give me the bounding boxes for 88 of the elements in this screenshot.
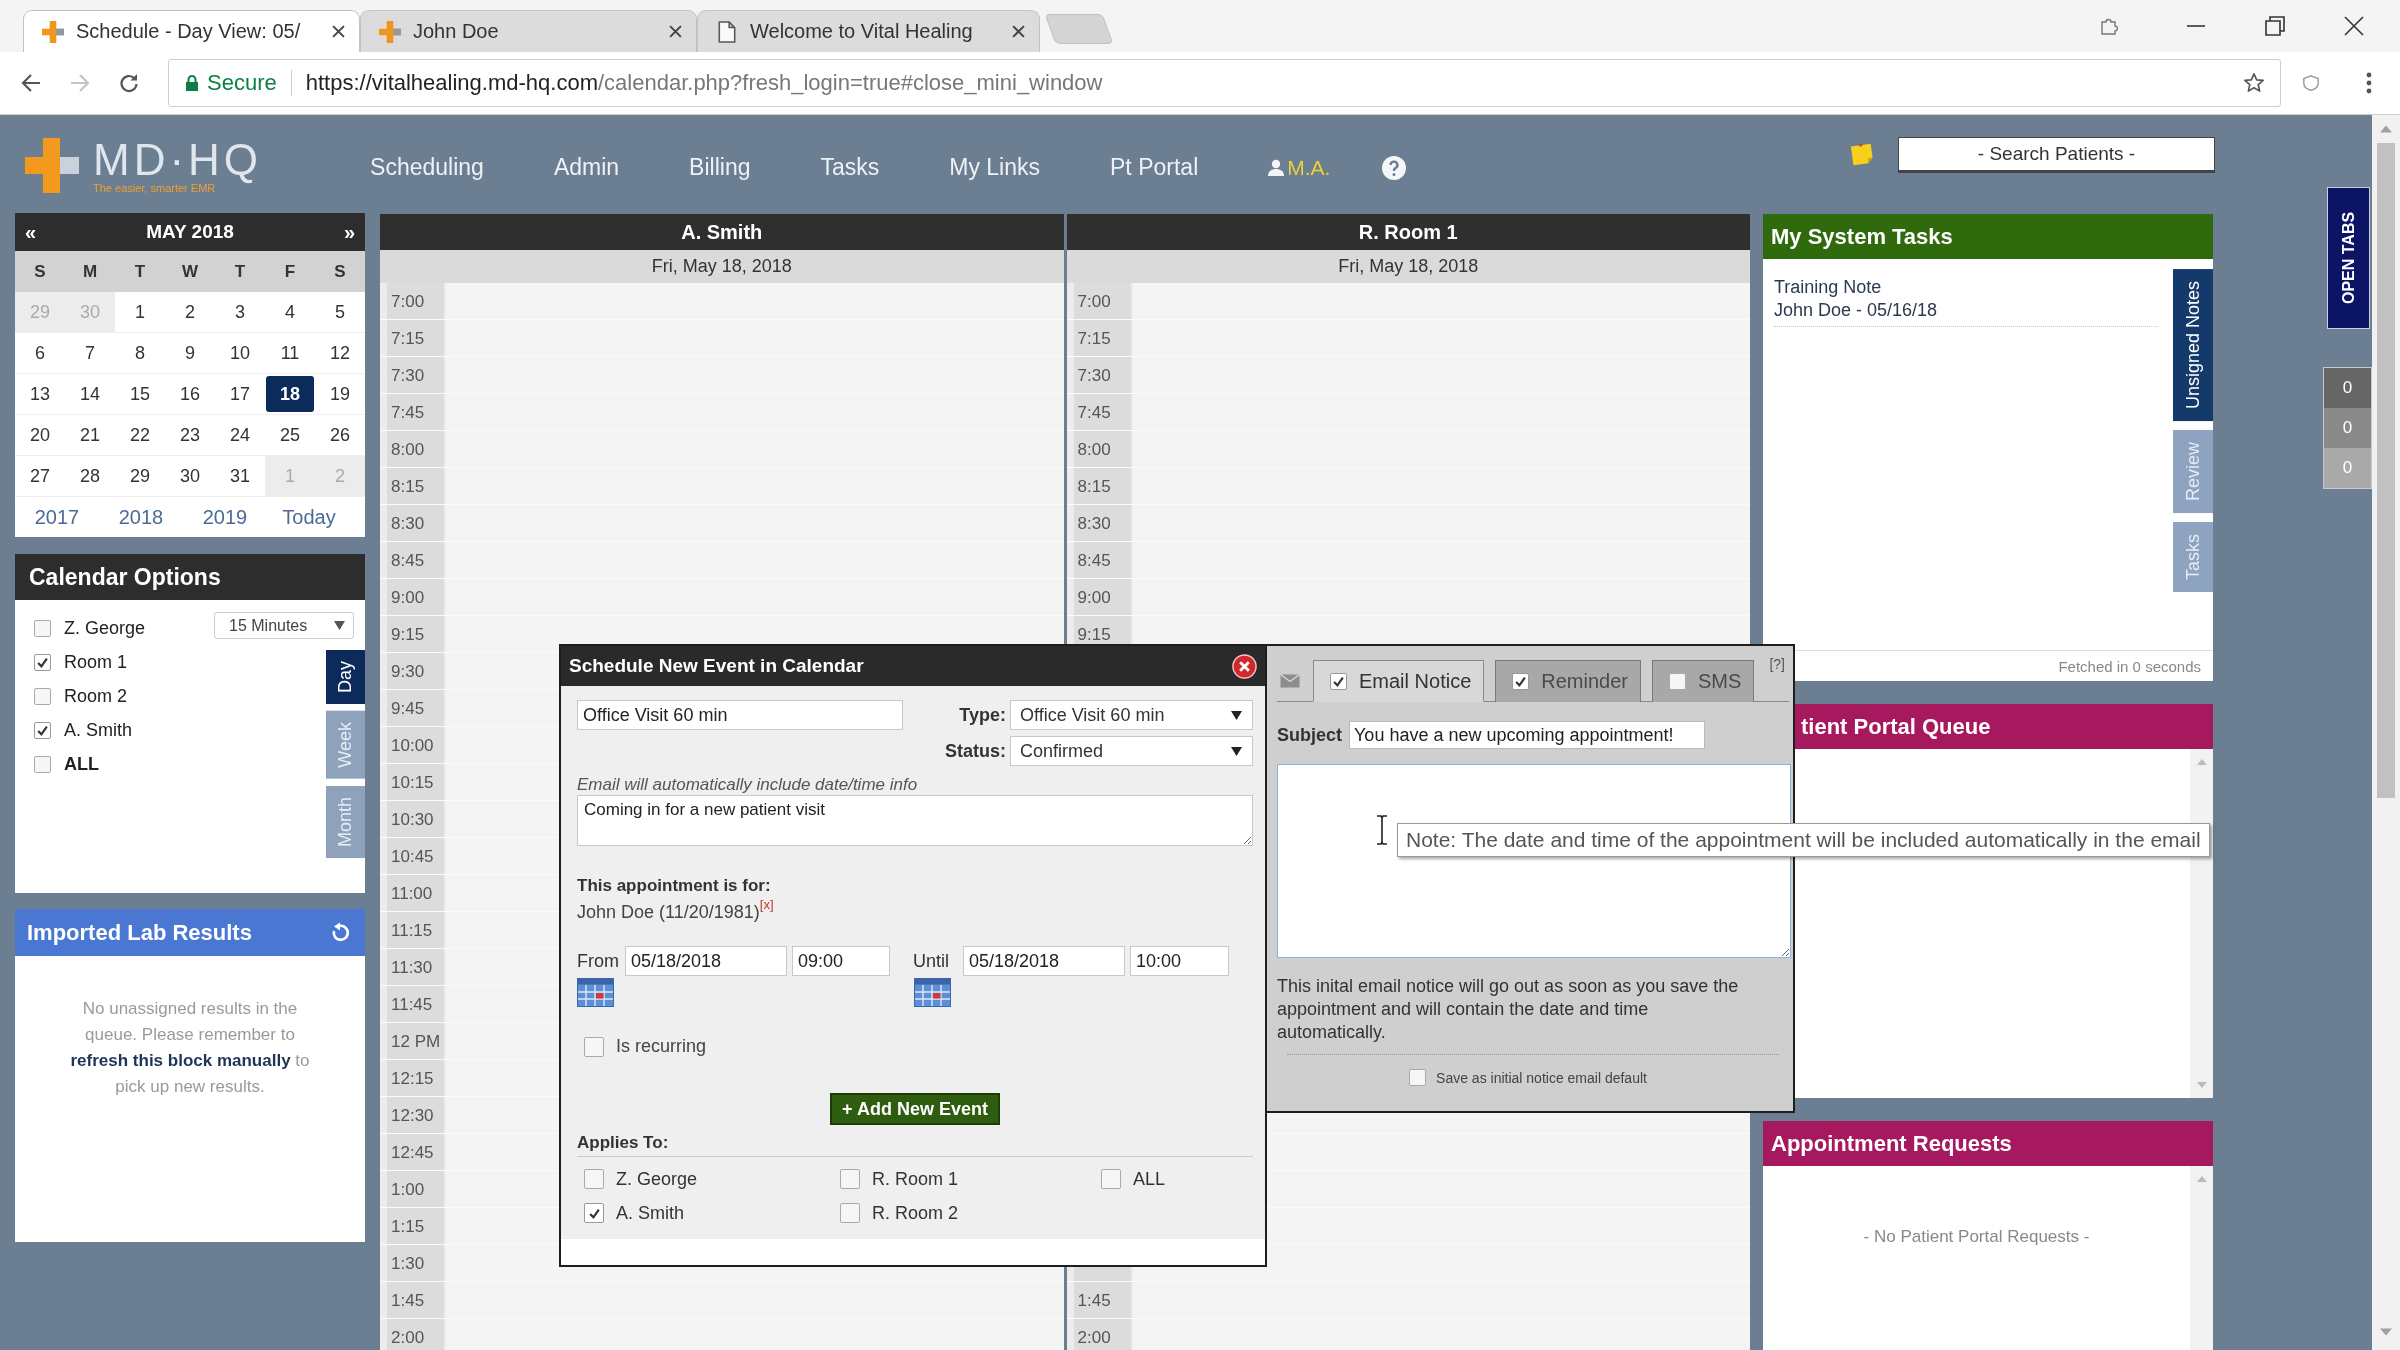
time-label: 9:00 <box>391 587 425 608</box>
time-label: 8:30 <box>1077 513 1111 534</box>
time-label: 8:15 <box>1077 476 1111 497</box>
time-label: 8:00 <box>391 439 425 460</box>
time-label: 1:45 <box>1077 1290 1111 1311</box>
weekday-label: W <box>181 261 198 282</box>
empty-message: No unassigned results in the queue. Please remember to refresh this block manually to pick up new results. <box>69 998 311 1098</box>
fetched-status: Fetched in 0 seconds <box>2058 657 2201 675</box>
time-label: 7:30 <box>391 365 425 386</box>
weekday-label: S <box>334 261 346 282</box>
empty-message: - No Patient Portal Requests - <box>1863 1227 2090 1247</box>
time-label: 10:45 <box>391 846 434 867</box>
until-label: Until <box>913 950 949 972</box>
time-label: 8:45 <box>1077 550 1111 571</box>
applies-to-label: Applies To: <box>577 1134 669 1152</box>
panel-title: Imported Lab Results <box>27 919 252 946</box>
checkbox-label: R. Room 1 <box>872 1168 959 1190</box>
time-label: 1:15 <box>391 1216 425 1237</box>
checkbox-label: A. Smith <box>64 719 133 741</box>
date-label: Fri, May 18, 2018 <box>651 256 792 277</box>
time-label: 9:15 <box>391 624 425 645</box>
time-label: 9:15 <box>1077 624 1111 645</box>
time-label: 9:30 <box>391 661 425 682</box>
time-label: 8:00 <box>1077 439 1111 460</box>
time-label: 7:15 <box>391 328 425 349</box>
time-label: 12:45 <box>391 1142 434 1163</box>
url-text: https://vitalhealing.md-hq.com/calendar.php?fresh_login=true#close_mini_window <box>305 70 1104 96</box>
time-label: 10:30 <box>391 809 434 830</box>
checkbox-label: Is recurring <box>616 1036 707 1057</box>
type-label: Type: <box>959 704 1006 726</box>
time-label: 2:00 <box>391 1327 425 1348</box>
weekday-label: M <box>82 261 98 282</box>
status-label: Status: <box>945 740 1006 762</box>
time-label: 10:15 <box>391 772 434 793</box>
logo-tagline: The easier, smarter EMR <box>93 182 216 194</box>
weekday-label: F <box>284 261 296 282</box>
time-label: 2:00 <box>1077 1327 1111 1348</box>
time-label: 7:00 <box>1077 291 1111 312</box>
resource-name: R. Room 1 <box>1358 220 1458 244</box>
date-label: Fri, May 18, 2018 <box>1338 256 1479 277</box>
checkbox-label: R. Room 2 <box>872 1202 959 1224</box>
time-label: 7:30 <box>1077 365 1111 386</box>
time-label: 7:00 <box>391 291 425 312</box>
email-note: This inital email notice will go out as soon as you save the appointment and will contain the date and time automatically. <box>1277 975 1740 1044</box>
from-label: From <box>577 950 619 972</box>
subject-label: Subject <box>1277 724 1342 746</box>
time-label: 11:15 <box>391 920 433 941</box>
time-label: 7:15 <box>1077 328 1111 349</box>
time-label: 8:15 <box>391 476 425 497</box>
security-label: Secure <box>207 70 277 96</box>
panel-title: Calendar Options <box>29 563 221 591</box>
resource-name: A. Smith <box>681 220 763 244</box>
time-label: 11:00 <box>391 883 433 904</box>
dialog-title: Schedule New Event in Calendar <box>569 655 864 677</box>
time-label: 8:30 <box>391 513 425 534</box>
time-label: 7:45 <box>1077 402 1111 423</box>
time-label: 11:30 <box>391 957 433 978</box>
time-label: 1:30 <box>391 1253 425 1274</box>
time-label: 12 PM <box>391 1031 441 1052</box>
panel-title: tient Portal Queue <box>1801 713 1991 740</box>
time-label: 11:45 <box>391 994 433 1015</box>
panel-title: Appointment Requests <box>1771 1130 2012 1157</box>
appointment-for-label: This appointment is for: <box>577 876 771 896</box>
checkbox-label: Z. George <box>64 617 146 639</box>
checkbox-label: Room 1 <box>64 651 128 673</box>
time-label: 8:45 <box>391 550 425 571</box>
checkbox-label: ALL <box>64 753 99 775</box>
checkbox-label: A. Smith <box>616 1202 685 1224</box>
time-label: 7:45 <box>391 402 425 423</box>
time-label: 1:00 <box>391 1179 425 1200</box>
time-label: 12:15 <box>391 1068 434 1089</box>
panel-title: My System Tasks <box>1771 223 1953 250</box>
checkbox-label: Z. George <box>616 1168 698 1190</box>
weekday-label: S <box>34 261 46 282</box>
checkbox-label: Save as initial notice email default <box>1436 1069 1647 1086</box>
time-label: 10:00 <box>391 735 434 756</box>
time-label: 9:00 <box>1077 587 1111 608</box>
time-label: 12:30 <box>391 1105 434 1126</box>
time-label: 1:45 <box>391 1290 425 1311</box>
patient-name: John Doe (11/20/1981) <box>577 902 760 922</box>
checkbox-label: Room 2 <box>64 685 128 707</box>
email-hint: Email will automatically include date/time info <box>577 775 918 795</box>
month-title: MAY 2018 <box>146 221 234 243</box>
weekday-label: T <box>134 261 146 282</box>
time-label: 9:45 <box>391 698 425 719</box>
weekday-label: T <box>234 261 246 282</box>
tooltip: Note: The date and time of the appointment will be included automatically in the email <box>1397 823 2210 857</box>
checkbox-label: ALL <box>1133 1168 1166 1190</box>
